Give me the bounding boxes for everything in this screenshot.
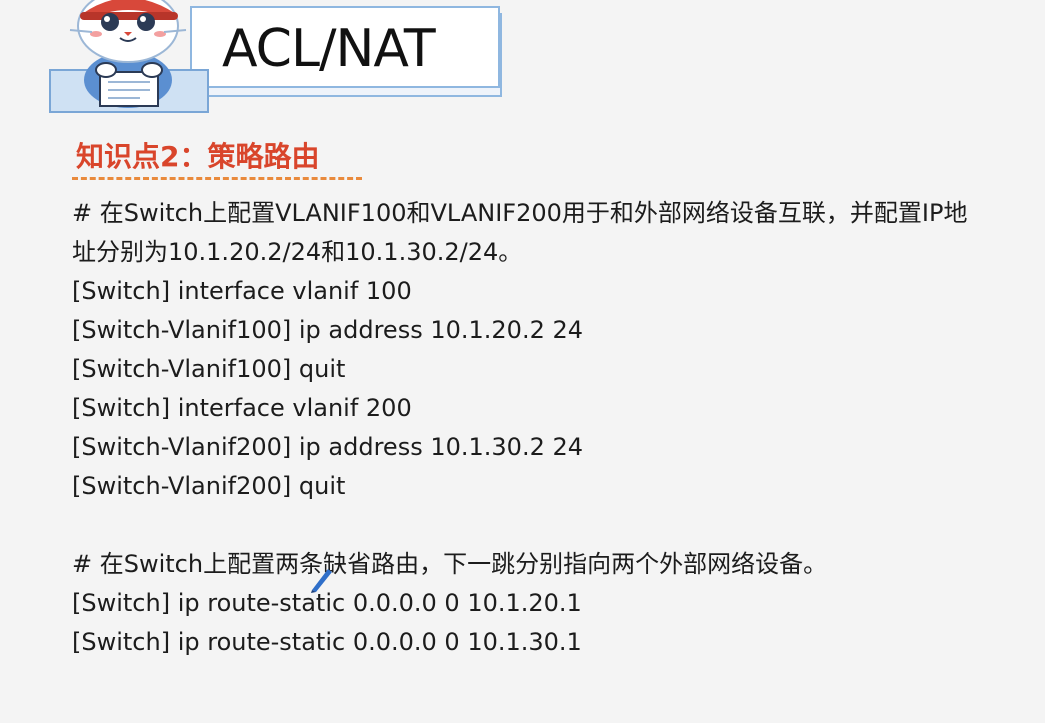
command-line: [Switch-Vlanif100] ip address 10.1.20.2 … <box>72 316 584 344</box>
comment-line: # 在Switch上配置两条缺省路由，下一跳分别指向两个外部网络设备。 <box>72 550 828 578</box>
section-heading: 知识点2：策略路由 <box>76 140 320 173</box>
command-line: [Switch-Vlanif100] quit <box>72 355 346 383</box>
comment-line: 址分别为10.1.20.2/24和10.1.30.2/24。 <box>72 238 523 266</box>
command-line: [Switch] ip route-static 0.0.0.0 0 10.1.… <box>72 628 582 656</box>
command-line: [Switch] interface vlanif 100 <box>72 277 412 305</box>
command-line: [Switch-Vlanif200] quit <box>72 472 346 500</box>
command-line: [Switch-Vlanif200] ip address 10.1.30.2 … <box>72 433 584 461</box>
command-line: [Switch] interface vlanif 200 <box>72 394 412 422</box>
pen-cursor-icon <box>311 569 332 593</box>
cat-mascot-icon <box>49 0 209 113</box>
page-title: ACL/NAT <box>222 19 436 79</box>
comment-line: # 在Switch上配置VLANIF100和VLANIF200用于和外部网络设备… <box>72 199 968 227</box>
heading-underline <box>72 177 362 180</box>
